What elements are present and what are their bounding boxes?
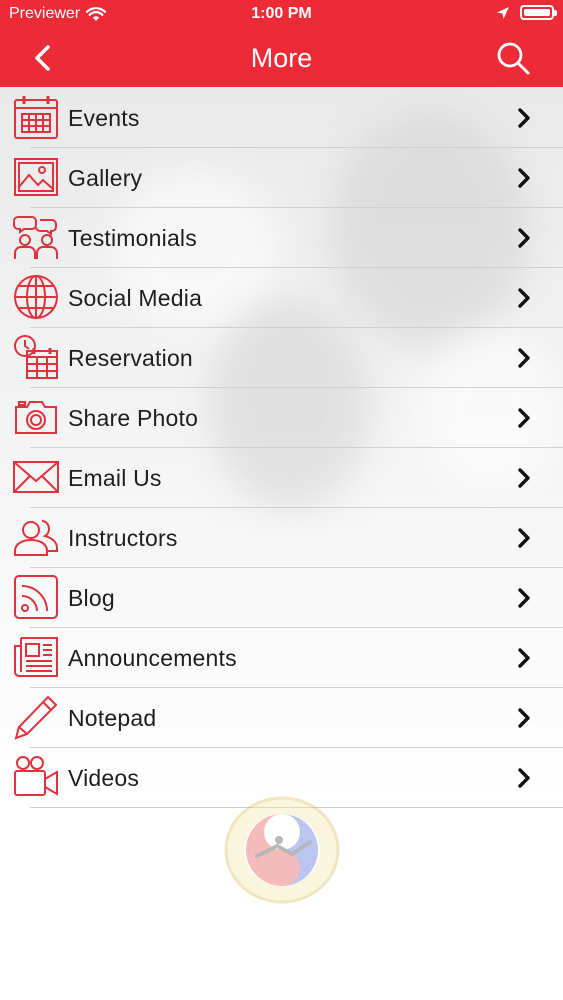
menu-item-label: Testimonials <box>68 225 197 251</box>
menu-item-label: Reservation <box>68 345 193 371</box>
chevron-right-icon <box>518 588 530 608</box>
people-chat-icon <box>13 216 58 259</box>
camera-icon <box>15 401 57 434</box>
menu-item-gallery[interactable]: Gallery <box>0 148 563 208</box>
menu-item-label: Blog <box>68 585 115 611</box>
chevron-right-icon <box>518 708 530 728</box>
more-screen: Previewer 1:00 PM More Events Gallery Te… <box>0 0 563 1000</box>
chevron-right-icon <box>518 768 530 788</box>
chevron-right-icon <box>518 168 530 188</box>
menu-item-label: Instructors <box>68 525 178 551</box>
chevron-right-icon <box>518 528 530 548</box>
pencil-icon <box>14 695 58 740</box>
menu-item-announcements[interactable]: Announcements <box>0 628 563 688</box>
envelope-icon <box>13 461 59 493</box>
menu-item-label: Gallery <box>68 165 143 191</box>
menu-item-label: Share Photo <box>68 405 199 431</box>
video-camera-icon <box>14 756 58 796</box>
clock-calendar-icon <box>14 335 58 379</box>
menu-item-label: Notepad <box>68 705 157 731</box>
menu-item-instructors[interactable]: Instructors <box>0 508 563 568</box>
chevron-right-icon <box>518 468 530 488</box>
menu-list: Events Gallery Testimonials Social Media… <box>0 88 563 808</box>
menu-item-testimonials[interactable]: Testimonials <box>0 208 563 268</box>
chevron-right-icon <box>518 288 530 308</box>
newspaper-icon <box>14 637 58 677</box>
app-header: Previewer 1:00 PM More <box>0 0 563 87</box>
battery-level <box>524 9 550 16</box>
menu-item-notepad[interactable]: Notepad <box>0 688 563 748</box>
menu-item-social-media[interactable]: Social Media <box>0 268 563 328</box>
status-time: 1:00 PM <box>251 5 312 22</box>
menu-item-label: Announcements <box>68 645 237 671</box>
search-icon[interactable] <box>493 38 533 78</box>
menu-item-reservation[interactable]: Reservation <box>0 328 563 388</box>
globe-icon <box>14 275 58 319</box>
menu-item-email-us[interactable]: Email Us <box>0 448 563 508</box>
menu-item-label: Email Us <box>68 465 162 491</box>
menu-item-events[interactable]: Events <box>0 88 563 148</box>
chevron-right-icon <box>518 228 530 248</box>
chevron-right-icon <box>518 348 530 368</box>
menu-item-label: Videos <box>68 765 140 791</box>
menu-item-label: Social Media <box>68 285 203 311</box>
users-icon <box>14 520 58 556</box>
battery-icon <box>520 5 557 20</box>
image-icon <box>14 158 58 196</box>
menu-item-label: Events <box>68 105 140 131</box>
chevron-right-icon <box>518 648 530 668</box>
rss-icon <box>14 575 58 619</box>
status-indicators <box>496 5 557 20</box>
menu-item-share-photo[interactable]: Share Photo <box>0 388 563 448</box>
page-title: More <box>250 43 313 73</box>
chevron-right-icon <box>518 408 530 428</box>
location-arrow-icon <box>497 6 509 19</box>
calendar-icon <box>14 96 58 139</box>
chevron-right-icon <box>518 108 530 128</box>
status-bar: Previewer 1:00 PM <box>0 0 563 30</box>
menu-item-blog[interactable]: Blog <box>0 568 563 628</box>
academy-logo <box>224 796 340 904</box>
nav-bar: More <box>0 30 563 87</box>
